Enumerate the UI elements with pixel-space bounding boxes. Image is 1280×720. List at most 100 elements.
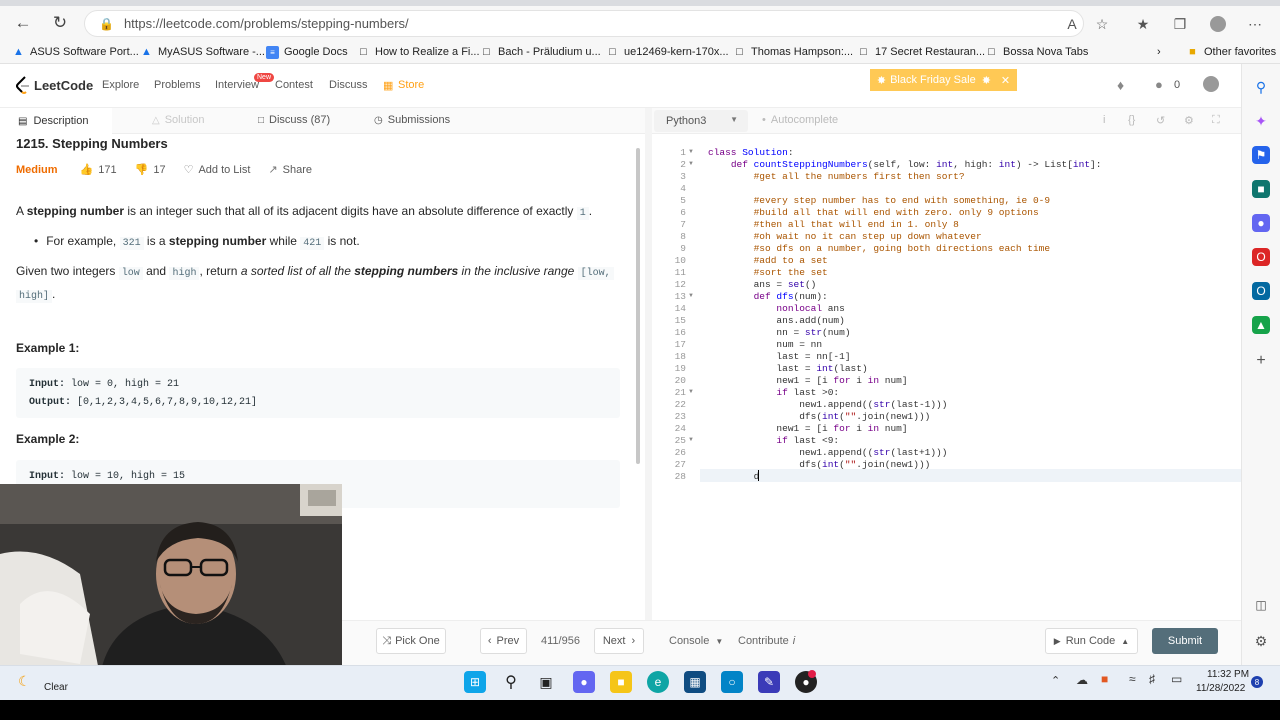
contribute-link[interactable]: Contribute i bbox=[738, 635, 795, 647]
points-count: 0 bbox=[1174, 79, 1181, 91]
address-bar-area: ← ↻ 🔒 https://leetcode.com/problems/step… bbox=[0, 6, 1280, 40]
read-aloud-icon[interactable]: A bbox=[1061, 13, 1083, 35]
close-icon[interactable]: ✕ bbox=[1001, 74, 1010, 87]
tab-solution[interactable]: △ Solution bbox=[152, 114, 204, 126]
windows-start-icon[interactable]: ⊞ bbox=[464, 671, 486, 693]
refresh-icon: ↻ bbox=[52, 13, 68, 32]
info-icon[interactable]: i bbox=[1103, 114, 1105, 126]
bookmark-item[interactable]: □ Thomas Hampson:... bbox=[733, 43, 853, 61]
submit-button[interactable]: Submit bbox=[1152, 628, 1218, 654]
add-to-list-button[interactable]: ♡ Add to List bbox=[184, 163, 251, 177]
tab-submissions[interactable]: ◷ Submissions bbox=[374, 114, 450, 126]
tree-icon[interactable]: ▲ bbox=[1252, 316, 1270, 334]
language-select[interactable]: Python3 ▼ bbox=[654, 110, 748, 132]
pick-one-button[interactable]: ⤨ Pick One bbox=[376, 628, 446, 654]
settings-icon[interactable]: ⚙ bbox=[1184, 114, 1194, 127]
shopping-tag-icon[interactable]: ⚑ bbox=[1252, 146, 1270, 164]
dislike-button[interactable]: 👎 17 bbox=[135, 163, 166, 177]
notification-badge[interactable]: 8 bbox=[1251, 676, 1263, 688]
nav-problems[interactable]: Problems bbox=[154, 79, 200, 91]
user-avatar[interactable] bbox=[1203, 76, 1219, 92]
bell-icon[interactable]: ♦ bbox=[1117, 77, 1124, 93]
tray-app-icon[interactable]: ■ bbox=[1101, 672, 1108, 686]
favorites-icon[interactable]: ★ bbox=[1132, 13, 1154, 35]
shuffle-icon: ⤨ bbox=[382, 634, 392, 647]
bookmarks-overflow-button[interactable]: › bbox=[1157, 43, 1161, 61]
black-friday-banner[interactable]: ✸ Black Friday Sale ✸ ✕ bbox=[870, 69, 1017, 91]
nav-discuss[interactable]: Discuss bbox=[329, 79, 368, 91]
profile-avatar[interactable] bbox=[1207, 13, 1229, 35]
fullscreen-icon[interactable]: ⛶ bbox=[1212, 114, 1220, 127]
nav-explore[interactable]: Explore bbox=[102, 79, 139, 91]
bookmark-item[interactable]: □ How to Realize a Fi... bbox=[357, 43, 479, 61]
outlook-icon[interactable]: O bbox=[1252, 282, 1270, 300]
edge-browser-icon[interactable]: e bbox=[647, 671, 669, 693]
tab-description[interactable]: ▤ Description bbox=[0, 108, 112, 134]
description-scrollbar[interactable] bbox=[636, 148, 640, 464]
reset-icon[interactable]: ↺ bbox=[1156, 114, 1165, 127]
tab-discuss[interactable]: □ Discuss (87) bbox=[258, 114, 330, 126]
office-icon[interactable]: O bbox=[1252, 248, 1270, 266]
gear-icon[interactable]: ⚙ bbox=[1252, 632, 1270, 650]
taskbar-search-icon[interactable]: ⚲ bbox=[500, 671, 522, 693]
chevron-up-icon[interactable]: ⌃ bbox=[1051, 674, 1060, 687]
run-code-button[interactable]: ▶ Run Code ▲ bbox=[1045, 628, 1138, 654]
other-favorites[interactable]: ■ Other favorites bbox=[1186, 43, 1276, 61]
sparkle-icon[interactable]: ✦ bbox=[1252, 112, 1270, 130]
add-favorite-icon[interactable]: ☆ bbox=[1091, 13, 1113, 35]
code-line: #oh wait no it can step up down whatever bbox=[708, 231, 982, 242]
app-icon[interactable]: ✎ bbox=[758, 671, 780, 693]
bookmark-item[interactable]: ▲ MyASUS Software -... bbox=[140, 43, 265, 61]
url-text: https://leetcode.com/problems/stepping-n… bbox=[123, 16, 409, 31]
like-button[interactable]: 👍 171 bbox=[80, 163, 117, 177]
tools-icon[interactable]: ■ bbox=[1252, 180, 1270, 198]
collections-icon[interactable]: ❐ bbox=[1169, 13, 1191, 35]
bookmark-item[interactable]: □ Bossa Nova Tabs bbox=[985, 43, 1088, 61]
console-toggle[interactable]: Console ▼ bbox=[669, 635, 723, 647]
speaker-muted-icon[interactable]: ♯ bbox=[1149, 672, 1155, 686]
back-button[interactable]: ← bbox=[6, 6, 40, 40]
wifi-icon[interactable]: ≈ bbox=[1129, 672, 1136, 686]
bookmarks-bar: ▲ ASUS Software Port... ▲ MyASUS Software … bbox=[0, 40, 1280, 64]
cloud-icon[interactable]: ☁ bbox=[1076, 673, 1088, 687]
bookmark-item[interactable]: □ Bach - Präludium u... bbox=[480, 43, 601, 61]
file-explorer-icon[interactable]: ■ bbox=[610, 671, 632, 693]
leetcode-logo-icon bbox=[16, 76, 29, 94]
weather-status[interactable]: Clear bbox=[44, 682, 68, 693]
search-icon[interactable]: ⚲ bbox=[1252, 78, 1270, 96]
bookmark-item[interactable]: ≡ Google Docs bbox=[266, 43, 348, 61]
nav-store[interactable]: Store bbox=[398, 79, 424, 91]
weather-moon-icon: ☾ bbox=[18, 673, 31, 689]
page-icon: □ bbox=[860, 46, 867, 58]
autocomplete-toggle[interactable]: • Autocomplete bbox=[762, 114, 838, 126]
settings-menu-icon[interactable]: ⋯ bbox=[1244, 13, 1266, 35]
problem-paragraph-2: Given two integers low and high, return … bbox=[16, 261, 616, 307]
leetcode-logo[interactable]: LeetCode bbox=[16, 76, 93, 94]
bookmark-item[interactable]: □ 17 Secret Restauran... bbox=[857, 43, 985, 61]
chevron-right-icon: › bbox=[631, 635, 636, 647]
split-screen-icon[interactable]: ◫ bbox=[1252, 596, 1270, 614]
pane-splitter[interactable] bbox=[645, 108, 652, 620]
task-view-icon[interactable]: ▣ bbox=[535, 671, 557, 693]
games-icon[interactable]: ● bbox=[1252, 214, 1270, 232]
braces-icon[interactable]: {} bbox=[1128, 114, 1135, 126]
code-line: new1 = [i for i in num] bbox=[708, 423, 908, 434]
code-line: nn = str(num) bbox=[708, 327, 851, 338]
next-button[interactable]: Next › bbox=[594, 628, 644, 654]
add-icon[interactable]: + bbox=[1252, 352, 1270, 370]
nav-contest[interactable]: Contest bbox=[275, 79, 313, 91]
refresh-button[interactable]: ↻ bbox=[43, 6, 77, 40]
nav-interview[interactable]: Interview bbox=[215, 79, 259, 91]
app-icon[interactable]: ○ bbox=[721, 671, 743, 693]
store-app-icon[interactable]: ▦ bbox=[684, 671, 706, 693]
page-icon: □ bbox=[483, 46, 490, 58]
clock-date[interactable]: 11/28/2022 bbox=[1196, 683, 1245, 694]
teams-chat-icon[interactable]: ● bbox=[573, 671, 595, 693]
bookmark-item[interactable]: ▲ ASUS Software Port... bbox=[12, 43, 139, 61]
prev-button[interactable]: ‹ Prev bbox=[480, 628, 527, 654]
bookmark-item[interactable]: □ ue12469-kern-170x... bbox=[606, 43, 728, 61]
share-button[interactable]: ↗ Share bbox=[268, 163, 312, 177]
clock-time[interactable]: 11:32 PM bbox=[1207, 669, 1249, 680]
battery-icon[interactable]: ▭ bbox=[1171, 672, 1182, 686]
url-input[interactable]: 🔒 https://leetcode.com/problems/stepping… bbox=[84, 10, 1084, 37]
